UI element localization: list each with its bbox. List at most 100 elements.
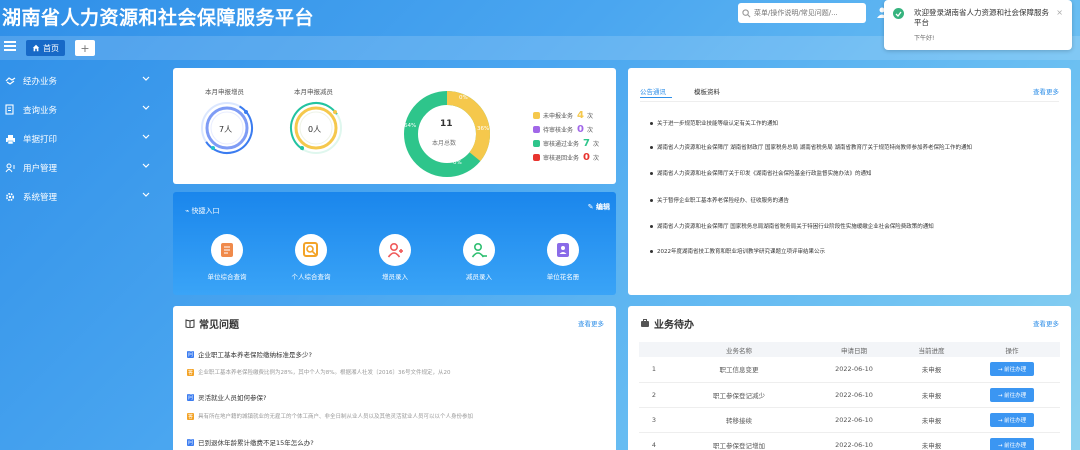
chevron-down-icon — [142, 134, 150, 139]
faq-question[interactable]: 问已到退休年龄累计缴费不足15年怎么办? — [187, 437, 314, 447]
business-name: 职工参保登记减少 — [669, 382, 809, 408]
toast-greeting: 下午好! — [914, 35, 935, 42]
question-icon: 问 — [187, 350, 194, 358]
reduce-count-value: 0人 — [308, 125, 322, 134]
legend-label: 未申报业务 — [543, 113, 574, 120]
quick-entry-title: ⌁ 快捷入口 — [185, 207, 220, 215]
add-count-label: 本月申报增员 — [205, 88, 244, 96]
apply-date: 2022-06-10 — [809, 382, 899, 408]
stats-panel: 本月申报增员 7人 本月申报减员 0人 11 本月总数 0% 64% 36% 0… — [173, 68, 616, 184]
todo-table: 业务名称 申请日期 当前进度 操作 1 职工信息变更 2022-06-10 未申… — [639, 342, 1060, 450]
sidebar-item-system[interactable]: 系统管理 — [0, 182, 162, 211]
tab-templates[interactable]: 模板资料 — [694, 86, 720, 96]
faq-more-link[interactable]: 查看更多 — [578, 318, 604, 328]
legend-value: 7 — [583, 138, 590, 149]
quick-entry-edit-button[interactable]: ✎ 编辑 — [588, 202, 610, 212]
row-number: 1 — [639, 357, 669, 383]
quick-add-staff[interactable]: 增员录入 — [355, 234, 435, 281]
status-donut-chart — [404, 91, 490, 177]
sidebar-item-print[interactable]: 单据打印 — [0, 124, 162, 153]
tab-home[interactable]: 首页 — [26, 40, 65, 56]
legend-label: 审核退回业务 — [543, 155, 580, 162]
todo-more-link[interactable]: 查看更多 — [1033, 318, 1059, 328]
column-header: 操作 — [964, 342, 1060, 357]
column-header — [639, 342, 669, 357]
quick-unit-query[interactable]: 单位综合查询 — [187, 234, 267, 281]
pct-right-label: 36% — [477, 126, 490, 132]
action-cell: → 前往办理 — [964, 382, 1060, 408]
faq-question[interactable]: 问灵活就业人员如何参保? — [187, 392, 266, 402]
table-row: 1 职工信息变更 2022-06-10 未申报 → 前往办理 — [639, 357, 1060, 383]
notice-item[interactable]: 关于暂停企业职工基本养老保险经办、征收服务的通告 — [650, 196, 789, 204]
tab-announcements[interactable]: 公告通讯 — [640, 86, 666, 96]
legend-item-pending: 待审核业务 0 次 — [533, 124, 593, 135]
chevron-down-icon — [142, 163, 150, 168]
legend-unit: 次 — [592, 141, 599, 148]
sidebar-item-query[interactable]: 查询业务 — [0, 95, 162, 124]
roster-icon — [547, 234, 579, 266]
add-tab-button[interactable]: + — [75, 40, 95, 56]
legend-item-returned: 审核退回业务 0 次 — [533, 152, 599, 163]
todo-title: 业务待办 — [640, 316, 694, 331]
welcome-toast: 欢迎登录湖南省人力资源和社会保障服务平台 下午好! × — [884, 0, 1072, 50]
legend-swatch — [533, 140, 540, 147]
notice-more-link[interactable]: 查看更多 — [1033, 86, 1059, 96]
gear-icon — [5, 192, 17, 202]
sidebar-item-label: 系统管理 — [23, 192, 58, 203]
table-header-row: 业务名称 申请日期 当前进度 操作 — [639, 342, 1060, 357]
table-row: 2 职工参保登记减少 2022-06-10 未申报 → 前往办理 — [639, 382, 1060, 408]
close-icon[interactable]: × — [1056, 8, 1063, 17]
quick-unit-roster[interactable]: 单位花名册 — [523, 234, 603, 281]
notice-item[interactable]: 2022年度湖南省技工教育和职业培训教学研究课题立项评审结果公示 — [650, 247, 825, 255]
quick-person-query[interactable]: 个人综合查询 — [271, 234, 351, 281]
notice-item-text: 湖南省人力资源和社会保障厅 湖南省财政厅 国家税务总局 湖南省税务局 湖南省教育… — [657, 145, 972, 151]
menu-toggle-button[interactable] — [4, 41, 16, 53]
notice-item-text: 2022年度湖南省技工教育和职业培训教学研究课题立项评审结果公示 — [657, 249, 825, 255]
go-handle-button[interactable]: → 前往办理 — [989, 437, 1035, 450]
chevron-down-icon — [142, 105, 150, 110]
legend-swatch — [533, 126, 540, 133]
add-count-value: 7人 — [219, 125, 233, 134]
notice-item[interactable]: 湖南省人力资源和社会保障厅 湖南省财政厅 国家税务总局 湖南省税务局 湖南省教育… — [650, 143, 972, 151]
go-handle-button[interactable]: → 前往办理 — [989, 412, 1035, 427]
legend-unit: 次 — [592, 155, 599, 162]
go-handle-button[interactable]: → 前往办理 — [989, 387, 1035, 402]
notice-item[interactable]: 湖南省人力资源和社会保障厅关于印发《湖南省社会保险基金行政监督实施办法》的通知 — [650, 169, 872, 177]
progress-status: 未申报 — [899, 382, 964, 408]
briefcase-icon — [641, 319, 649, 327]
go-handle-label: 前往办理 — [1004, 442, 1027, 449]
person-query-icon — [295, 234, 327, 266]
toast-message: 欢迎登录湖南省人力资源和社会保障服务平台 — [914, 8, 1049, 27]
answer-icon: 答 — [187, 412, 194, 420]
table-row: 4 职工参保登记增加 2022-06-10 未申报 → 前往办理 — [639, 432, 1060, 450]
quick-reduce-staff[interactable]: 减员录入 — [439, 234, 519, 281]
notice-item[interactable]: 湖南省人力资源和社会保障厅 国家税务总局湖南省税务局关于特困行业阶段性实施缓缴企… — [650, 222, 934, 230]
sidebar-item-handle[interactable]: 经办业务 — [0, 66, 162, 95]
faq-answer-text: 企业职工基本养老保险缴费比例为28%，其中个人为8%。根据湘人社发〔2016〕3… — [198, 370, 451, 376]
chevron-down-icon — [142, 192, 150, 197]
question-icon: 问 — [187, 438, 194, 446]
search-icon — [742, 8, 751, 17]
faq-answer: 答具有所在地户籍的城镇就业的无雇工的个体工商户、非全日制从业人员以及其他灵活就业… — [187, 412, 473, 420]
notice-item[interactable]: 关于进一步规范职业技能等级认定有关工作的通知 — [650, 119, 778, 127]
faq-question-text: 已到退休年龄累计缴费不足15年怎么办? — [198, 439, 314, 447]
quick-item-label: 减员录入 — [466, 273, 492, 281]
row-number: 2 — [639, 382, 669, 408]
reduce-count-label: 本月申报减员 — [294, 88, 333, 96]
notice-item-text: 关于进一步规范职业技能等级认定有关工作的通知 — [657, 121, 779, 127]
legend-swatch — [533, 154, 540, 161]
pct-top-label: 0% — [459, 95, 468, 101]
sidebar-item-users[interactable]: 用户管理 — [0, 153, 162, 182]
apply-date: 2022-06-10 — [809, 357, 899, 383]
action-cell: → 前往办理 — [964, 357, 1060, 383]
go-handle-button[interactable]: → 前往办理 — [989, 362, 1035, 377]
answer-icon: 答 — [187, 368, 194, 376]
faq-question[interactable]: 问企业职工基本养老保险缴纳标准是多少? — [187, 349, 312, 359]
faq-answer-text: 具有所在地户籍的城镇就业的无雇工的个体工商户、非全日制从业人员以及其他灵活就业人… — [198, 414, 474, 420]
app-title: 湖南省人力资源和社会保障服务平台 — [2, 7, 315, 29]
search-input[interactable] — [754, 9, 858, 17]
book-icon — [185, 319, 195, 328]
todo-title-text: 业务待办 — [654, 320, 694, 331]
search-box[interactable] — [738, 3, 866, 23]
quick-item-label: 个人综合查询 — [291, 273, 331, 281]
